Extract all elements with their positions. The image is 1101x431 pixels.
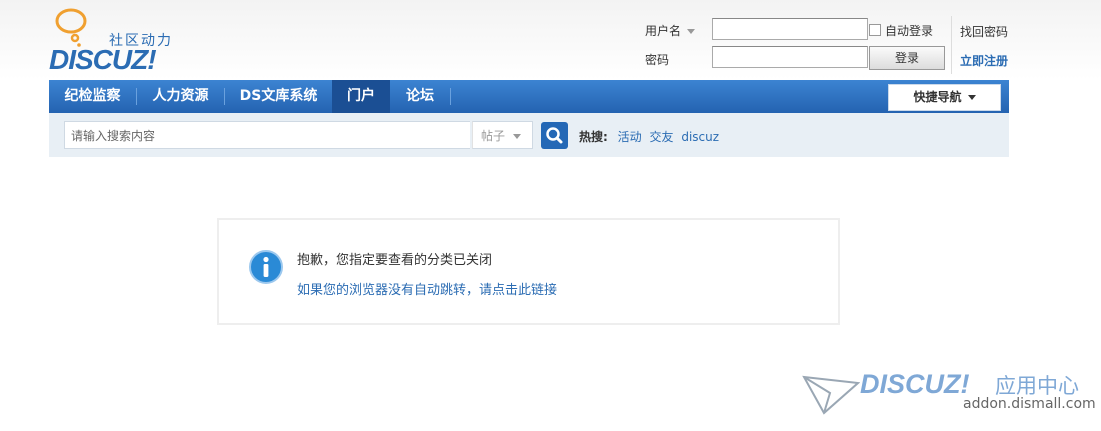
hot-keyword-link[interactable]: discuz — [681, 130, 719, 144]
nav-item-hr[interactable]: 人力资源 — [137, 80, 224, 113]
info-icon — [249, 250, 283, 284]
nav-item-portal[interactable]: 门户 — [332, 80, 390, 113]
login-form: 用户名 密码 自动登录 登录 找回密码 立即注册 — [640, 16, 1020, 74]
login-divider — [951, 16, 952, 74]
search-type-value: 帖子 — [481, 129, 506, 143]
search-bar: 请输入搜索内容 帖子 热搜: 活动 交友 discuz — [49, 113, 1009, 157]
watermark-wordmark: DISCUZ! — [860, 369, 970, 399]
nav-item-jijian[interactable]: 纪检监察 — [49, 80, 136, 113]
hot-search-label: 热搜: — [579, 130, 608, 144]
hot-keyword-link[interactable]: 活动 — [618, 130, 642, 144]
quick-nav-button[interactable]: 快捷导航 — [888, 84, 1001, 111]
chevron-down-icon — [967, 95, 976, 100]
logo-wordmark: DISCUZ! — [49, 44, 157, 75]
watermark: DISCUZ! 应用中心 addon.dismall.com — [800, 365, 1096, 420]
search-button[interactable] — [541, 122, 568, 149]
username-label[interactable]: 用户名 — [645, 22, 696, 39]
watermark-url: addon.dismall.com — [963, 396, 1096, 412]
hot-search: 热搜: 活动 交友 discuz — [579, 128, 723, 145]
checkbox-icon[interactable] — [869, 24, 881, 36]
message-title: 抱歉，您指定要查看的分类已关闭 — [297, 253, 493, 268]
register-link[interactable]: 立即注册 — [960, 52, 1008, 69]
paper-plane-icon — [802, 375, 860, 415]
login-button[interactable]: 登录 — [869, 46, 945, 70]
chevron-down-icon — [687, 29, 696, 34]
speech-bubble-icon — [55, 8, 87, 47]
redirect-link[interactable]: 如果您的浏览器没有自动跳转，请点击此链接 — [297, 279, 557, 298]
site-logo[interactable]: 社区动力 DISCUZ! — [49, 8, 189, 75]
nav-item-ds-library[interactable]: DS文库系统 — [225, 80, 332, 113]
password-label: 密码 — [645, 53, 670, 67]
chevron-down-icon — [513, 134, 522, 139]
hot-keyword-link[interactable]: 交友 — [649, 130, 673, 144]
auto-login-checkbox[interactable]: 自动登录 — [869, 22, 933, 39]
search-type-select[interactable]: 帖子 — [472, 121, 533, 149]
search-input[interactable]: 请输入搜索内容 — [64, 121, 470, 149]
nav-item-forum[interactable]: 论坛 — [390, 80, 450, 113]
main-nav: 纪检监察 人力资源 DS文库系统 门户 论坛 快捷导航 — [49, 80, 1009, 113]
forgot-password-link[interactable]: 找回密码 — [960, 23, 1008, 40]
search-icon — [546, 127, 563, 144]
password-input[interactable] — [712, 46, 868, 68]
auto-login-label: 自动登录 — [885, 24, 934, 38]
message-box: 抱歉，您指定要查看的分类已关闭 如果您的浏览器没有自动跳转，请点击此链接 — [217, 218, 840, 325]
quick-nav-label: 快捷导航 — [913, 90, 962, 104]
username-input[interactable] — [712, 18, 868, 40]
nav-divider — [450, 88, 451, 105]
